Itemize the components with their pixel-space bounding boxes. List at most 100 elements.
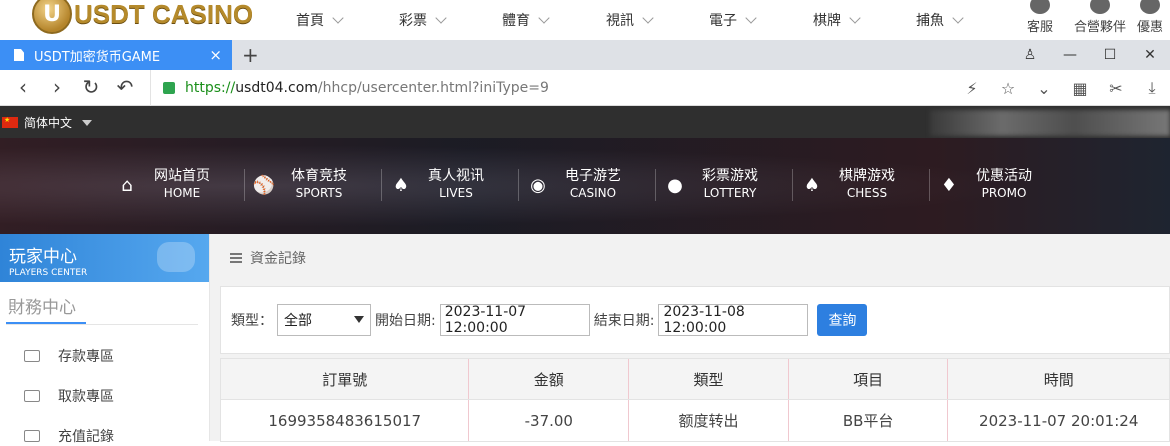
home-icon: ⌂ [121,174,133,196]
chat-icon [1030,0,1050,14]
sidebar-item-recharge-records[interactable]: 充值記錄 [24,426,114,446]
table-header: 訂單號 金額 類型 項目 時間 [221,359,1169,399]
column-header-item: 項目 [789,359,949,399]
download-icon[interactable]: ⤓ [1134,78,1170,98]
language-selector[interactable]: 简体中文 [2,114,93,131]
players-center-header: 玩家中心 PLAYERS CENTER [0,234,209,282]
promo-link[interactable]: 優惠 [1130,0,1170,35]
nav-buttons: ‹ › ↻ ↶ [6,76,142,98]
gift-icon [1140,0,1160,14]
start-date-label: 開始日期: [375,313,436,329]
hero-nav-casino[interactable]: ◉ 电子游艺 CASINO [519,168,656,201]
breadcrumb: 資金記錄 [210,234,1170,282]
divider [6,324,198,325]
hero-nav-home[interactable]: ⌂ 网站首页 HOME [108,168,245,201]
partner-icon [1090,0,1110,14]
end-date-label: 結束日期: [593,313,655,329]
hero-nav: ⌂ 网站首页 HOME ⚾ 体育竞技 SPORTS ♠ 真人视讯 LIVES ◉ 电子… [108,168,1067,201]
back-icon[interactable]: ‹ [6,76,40,98]
window-controls: ♙ — ☐ ✕ [1010,40,1170,70]
forward-icon[interactable]: › [40,76,74,98]
url-scheme: https:// [185,80,236,96]
records-table: 訂單號 金額 類型 項目 時間 1699358483615017 -37.00 … [220,358,1170,442]
menu-icon [230,253,242,263]
tab-title: USDT加密货币GAME [34,49,161,65]
end-date-input[interactable]: 2023-11-08 12:00:00 [658,304,809,336]
slot-icon: ◉ [530,174,546,196]
hero-nav-sports[interactable]: ⚾ 体育竞技 SPORTS [245,168,382,201]
star-icon[interactable]: ☆ [990,79,1026,98]
dropdown-arrow-icon [82,119,93,126]
address-actions: ⚡ ☆ ⌄ ▦ ✂ ⤓ [954,70,1170,106]
top-menu-item-sports[interactable]: 體育 [502,10,606,30]
bag-icon [24,430,40,442]
main-content: 資金記錄 類型： 全部 開始日期: 2023-11-07 12:00:00 結束… [210,234,1170,442]
chevron-down-icon [745,12,757,24]
document-icon [14,49,24,61]
start-date-input[interactable]: 2023-11-07 12:00:00 [439,304,590,336]
column-header-amount: 金額 [469,359,630,399]
logo-badge: U [32,0,72,34]
cell-item: BB平台 [789,400,949,441]
sidebar-item-deposit[interactable]: 存款專區 [24,346,114,366]
cash-icon [24,390,40,402]
url-path: /hhcp/usercenter.html?iniType=9 [317,80,549,96]
url-host: usdt04.com [235,80,318,96]
chevron-down-icon [952,12,964,24]
finance-center-title[interactable]: 財務中心 [0,282,209,324]
chevron-down-icon [354,316,364,323]
lock-icon [163,82,175,94]
language-label: 简体中文 [24,116,73,130]
top-icons: 客服 合營夥伴 優惠 [1010,0,1170,35]
type-select[interactable]: 全部 [277,304,371,336]
cell-order: 1699358483615017 [221,400,470,441]
top-menu-item-lottery[interactable]: 彩票 [399,10,502,30]
column-header-order: 訂單號 [221,359,470,399]
hero-nav-lottery[interactable]: ● 彩票游戏 LOTTERY [656,168,793,201]
service-link[interactable]: 客服 [1010,0,1070,35]
chevron-down-icon [435,12,447,24]
query-button[interactable]: 查詢 [817,304,868,336]
filter-bar: 類型： 全部 開始日期: 2023-11-07 12:00:00 結束日期: 2… [220,286,1170,354]
new-tab-button[interactable]: + [242,43,259,67]
chevron-down-icon [849,12,861,24]
address-bar: ‹ › ↻ ↶ https:// usdt04.com /hhcp/userce… [0,70,1170,106]
language-bar: 简体中文 [0,106,1170,138]
cell-type: 额度转出 [629,400,789,441]
page-title: 資金記錄 [250,251,306,267]
hero-nav-promo[interactable]: ♦ 优惠活动 PROMO [930,168,1067,201]
top-menu-item-home[interactable]: 首頁 [296,10,399,30]
chevron-down-icon [332,12,344,24]
hero-nav-lives[interactable]: ♠ 真人视讯 LIVES [382,168,519,201]
hero-banner: ⌂ 网站首页 HOME ⚾ 体育竞技 SPORTS ♠ 真人视讯 LIVES ◉ 电子… [0,138,1170,234]
maximize-button[interactable]: ☐ [1090,47,1130,63]
top-menu-item-fishing[interactable]: 捕魚 [916,10,996,30]
top-menu-item-chess[interactable]: 棋牌 [813,10,916,30]
cell-time: 2023-11-07 20:01:24 [979,411,1139,430]
scissors-icon[interactable]: ✂ [1098,79,1134,98]
hero-nav-chess[interactable]: ♠ 棋牌游戏 CHESS [793,168,930,201]
close-icon[interactable]: × [209,46,222,64]
column-header-type: 類型 [629,359,789,399]
browser-tab-bar: USDT加密货币GAME × + ♙ — ☐ ✕ [0,40,1170,70]
top-menu-item-electronic[interactable]: 電子 [709,10,813,30]
sidebar-item-withdraw[interactable]: 取款專區 [24,386,114,406]
partner-link[interactable]: 合營夥伴 [1070,0,1130,35]
top-menu: 首頁 彩票 體育 視訊 電子 棋牌 捕魚 [296,10,996,30]
chevron-down-icon[interactable]: ⌄ [1026,79,1062,98]
site-logo[interactable]: U USDT CASINO [32,0,253,34]
ball-icon: ⚾ [252,174,276,196]
undo-icon[interactable]: ↶ [108,76,142,98]
top-menu-item-video[interactable]: 視訊 [606,10,709,30]
type-label: 類型： [231,313,273,329]
blurred-region [930,110,1170,136]
card-icon [24,350,40,362]
lightning-icon[interactable]: ⚡ [954,79,990,98]
apps-icon[interactable]: ▦ [1062,79,1098,98]
shirt-icon[interactable]: ♙ [1010,47,1050,63]
minimize-button[interactable]: — [1050,47,1090,63]
sidebar: 玩家中心 PLAYERS CENTER 財務中心 存款專區 取款專區 充值記錄 [0,234,210,445]
window-close-button[interactable]: ✕ [1130,47,1170,63]
browser-tab-active[interactable]: USDT加密货币GAME × [0,40,232,70]
reload-icon[interactable]: ↻ [74,76,108,98]
